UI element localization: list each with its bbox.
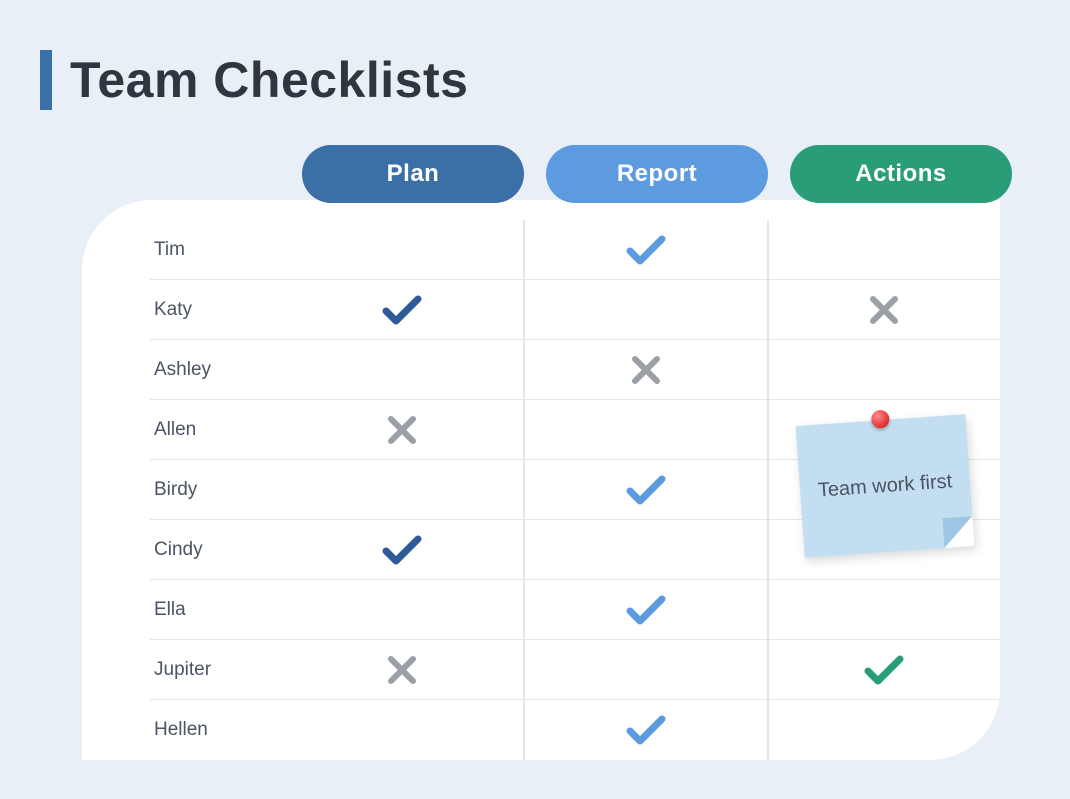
row-name: Jupiter — [150, 659, 280, 681]
table-row: Ashley — [150, 340, 1000, 400]
sticky-note-fold — [942, 516, 974, 548]
row-name: Ella — [150, 599, 280, 621]
cell-plan — [280, 580, 524, 639]
cell-actions — [768, 580, 1000, 639]
cell-plan — [280, 400, 524, 459]
cell-actions — [768, 220, 1000, 279]
row-name: Cindy — [150, 539, 280, 561]
page-title: Team Checklists — [70, 51, 468, 109]
cell-plan — [280, 460, 524, 519]
row-name: Allen — [150, 419, 280, 441]
title-accent-bar — [40, 50, 52, 110]
column-header-report-label: Report — [617, 160, 697, 188]
sticky-note-text: Team work first — [817, 468, 953, 504]
cell-report — [524, 220, 768, 279]
cell-plan — [280, 640, 524, 699]
cell-report — [524, 700, 768, 760]
cell-actions — [768, 340, 1000, 399]
cell-actions — [768, 640, 1000, 699]
cell-actions — [768, 280, 1000, 339]
cell-plan — [280, 520, 524, 579]
cell-plan — [280, 340, 524, 399]
cell-report — [524, 400, 768, 459]
row-name: Ashley — [150, 359, 280, 381]
cell-report — [524, 520, 768, 579]
cell-report — [524, 460, 768, 519]
column-header-actions-label: Actions — [855, 160, 947, 188]
cell-plan — [280, 280, 524, 339]
cell-plan — [280, 700, 524, 760]
check-icon — [382, 534, 422, 566]
check-icon — [626, 714, 666, 746]
cross-icon — [387, 415, 417, 445]
check-icon — [626, 234, 666, 266]
cell-plan — [280, 220, 524, 279]
sticky-note-paper: Team work first — [796, 414, 975, 558]
row-name: Hellen — [150, 719, 280, 741]
row-name: Katy — [150, 299, 280, 321]
table-row: Katy — [150, 280, 1000, 340]
cross-icon — [631, 355, 661, 385]
check-icon — [864, 654, 904, 686]
column-header-plan-label: Plan — [387, 160, 440, 188]
cross-icon — [869, 295, 899, 325]
row-name: Birdy — [150, 479, 280, 501]
check-icon — [626, 474, 666, 506]
table-row: Jupiter — [150, 640, 1000, 700]
cell-actions — [768, 700, 1000, 760]
table-row: Tim — [150, 220, 1000, 280]
page-header: Team Checklists — [40, 50, 468, 110]
cell-report — [524, 580, 768, 639]
check-icon — [626, 594, 666, 626]
cross-icon — [387, 655, 417, 685]
cell-report — [524, 640, 768, 699]
cell-report — [524, 340, 768, 399]
table-row: Hellen — [150, 700, 1000, 760]
row-name: Tim — [150, 239, 280, 261]
check-icon — [382, 294, 422, 326]
table-row: Ella — [150, 580, 1000, 640]
column-header-report: Report — [546, 145, 768, 203]
column-header-actions: Actions — [790, 145, 1012, 203]
column-header-plan: Plan — [302, 145, 524, 203]
sticky-note: Team work first — [796, 414, 975, 558]
cell-report — [524, 280, 768, 339]
